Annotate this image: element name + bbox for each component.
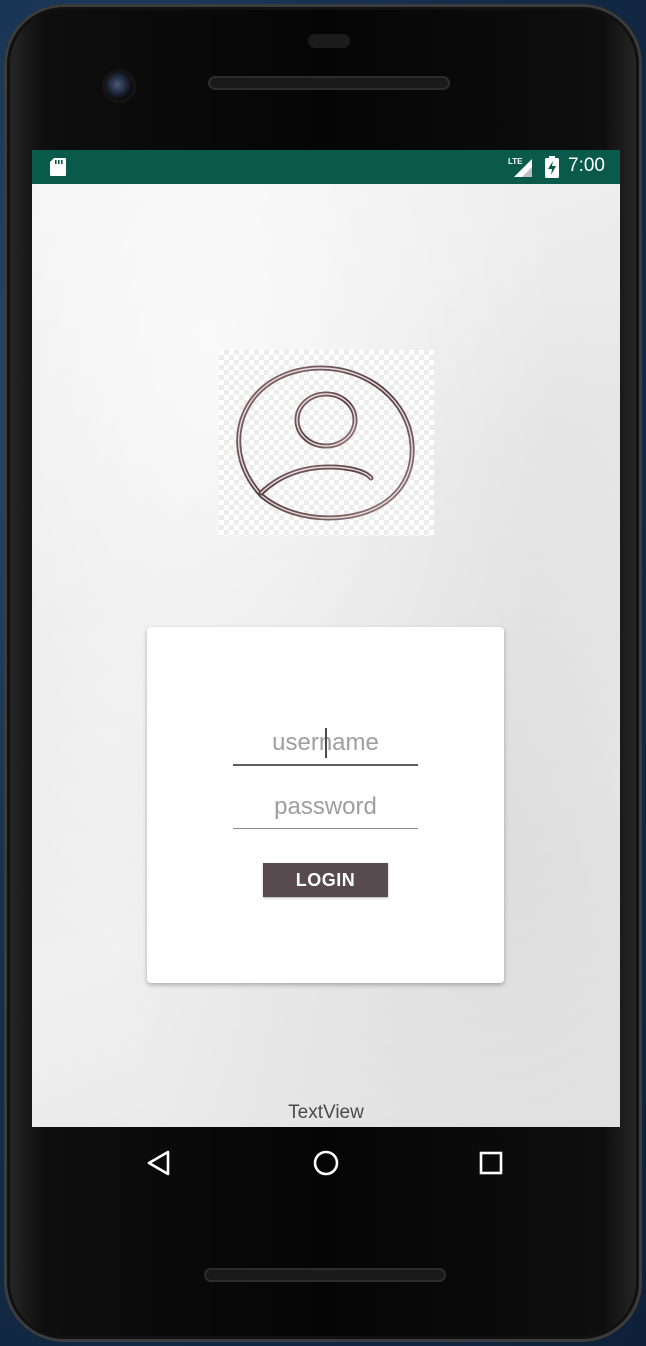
user-avatar-icon [236,365,415,521]
bottom-speaker-grille [204,1268,446,1282]
login-card: username password LOGIN [147,627,504,983]
user-avatar-image [219,350,434,536]
footer-textview: TextView [288,1102,364,1123]
username-underline [233,764,418,766]
lte-signal-icon: LTE [508,156,534,178]
recents-square-icon[interactable] [473,1145,509,1181]
password-field[interactable]: password [233,789,418,829]
text-caret [325,728,327,758]
home-circle-icon[interactable] [310,1145,346,1181]
earpiece [308,34,350,48]
front-camera [105,72,133,100]
status-clock: 7:00 [568,155,605,176]
app-screen: LTE 7:00 username password LOGIN TextVie… [32,150,620,1127]
back-triangle-icon[interactable] [142,1145,178,1181]
top-speaker-grille [208,76,450,90]
status-bar: LTE 7:00 [32,150,620,184]
password-underline [233,828,418,829]
navigation-bar [32,1127,620,1197]
sd-card-icon [49,157,67,177]
lte-label: LTE [508,157,523,166]
battery-charging-icon [544,156,560,178]
username-field[interactable]: username [233,725,418,766]
password-placeholder: password [274,793,377,820]
login-button[interactable]: LOGIN [263,863,388,897]
